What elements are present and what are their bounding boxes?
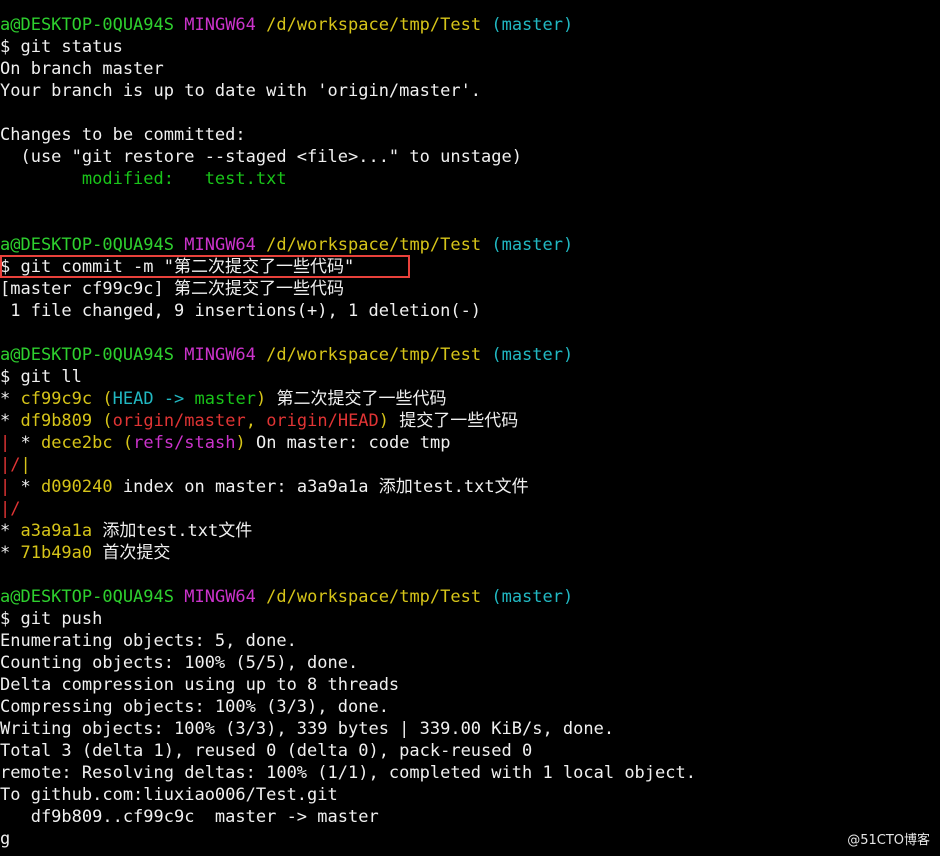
prompt-line: a@DESKTOP-0QUA94S MINGW64 /d/workspace/t… xyxy=(0,344,940,366)
ref-paren: ( xyxy=(102,389,113,409)
output-line: df9b809..cf99c9c master -> master xyxy=(0,807,379,827)
prompt-line: a@DESKTOP-0QUA94S MINGW64 /d/workspace/t… xyxy=(0,234,940,256)
modified-file-line: modified: test.txt xyxy=(0,169,287,189)
output-line: Delta compression using up to 8 threads xyxy=(0,675,400,695)
commit-hash: cf99c9c xyxy=(20,389,93,409)
ref-paren: ) xyxy=(235,433,246,453)
graph-bar: | xyxy=(20,455,31,475)
terminal-window[interactable]: a@DESKTOP-0QUA94S MINGW64 /d/workspace/t… xyxy=(0,14,940,850)
prompt-line: a@DESKTOP-0QUA94S MINGW64 /d/workspace/t… xyxy=(0,586,940,608)
graph-bar: | xyxy=(0,433,11,453)
ref-separator: , xyxy=(245,411,267,431)
commit-message: 首次提交 xyxy=(92,543,171,563)
remote-ref: origin/master xyxy=(112,411,246,431)
command-line: $ git status xyxy=(0,37,123,57)
graph-bar: | xyxy=(0,477,11,497)
graph-star: * xyxy=(10,477,41,497)
commit-hash: dece2bc xyxy=(40,433,113,453)
prompt-shell: MINGW64 xyxy=(184,235,256,255)
commit-message: index on master: a3a9a1a 添加test.txt文件 xyxy=(112,477,529,497)
ref-paren: ) xyxy=(378,411,390,431)
log-line: | * dece2bc (refs/stash) On master: code… xyxy=(0,432,940,454)
commit-hash: d090240 xyxy=(40,477,113,497)
commit-message: On master: code tmp xyxy=(245,433,451,453)
graph-star: * xyxy=(10,433,41,453)
prompt-line: a@DESKTOP-0QUA94S MINGW64 /d/workspace/t… xyxy=(0,14,940,36)
prompt-branch: (master) xyxy=(491,235,574,255)
output-line: Counting objects: 100% (5/5), done. xyxy=(0,653,359,673)
output-line: Enumerating objects: 5, done. xyxy=(0,631,297,651)
prompt-shell: MINGW64 xyxy=(184,15,256,35)
prompt-path: /d/workspace/tmp/Test xyxy=(266,235,482,255)
graph-bar: |/ xyxy=(0,455,21,475)
output-line: [master cf99c9c] 第二次提交了一些代码 xyxy=(0,279,344,299)
commit-message: 添加test.txt文件 xyxy=(92,521,253,541)
graph-star: * xyxy=(0,543,21,563)
log-line: |/ xyxy=(0,498,940,520)
prompt-shell: MINGW64 xyxy=(184,587,256,607)
output-line: On branch master xyxy=(0,59,164,79)
prompt-path: /d/workspace/tmp/Test xyxy=(266,587,482,607)
remote-ref: origin/HEAD xyxy=(266,411,379,431)
output-line: 1 file changed, 9 insertions(+), 1 delet… xyxy=(0,301,482,321)
watermark: @51CTO博客 xyxy=(847,833,930,848)
output-line: g xyxy=(0,829,11,849)
graph-star: * xyxy=(0,411,21,431)
prompt-path: /d/workspace/tmp/Test xyxy=(266,15,482,35)
prompt-branch: (master) xyxy=(491,345,574,365)
graph-bar: |/ xyxy=(0,499,21,519)
log-line: * 71b49a0 首次提交 xyxy=(0,542,940,564)
log-line: |/| xyxy=(0,454,940,476)
output-line: To github.com:liuxiao006/Test.git xyxy=(0,785,338,805)
log-line: | * d090240 index on master: a3a9a1a 添加t… xyxy=(0,476,940,498)
ref-paren: ( xyxy=(122,433,134,453)
commit-hash: 71b49a0 xyxy=(20,543,93,563)
output-line: remote: Resolving deltas: 100% (1/1), co… xyxy=(0,763,696,783)
output-line: (use "git restore --staged <file>..." to… xyxy=(0,147,522,167)
commit-hash: a3a9a1a xyxy=(20,521,93,541)
command-line: $ git commit -m "第二次提交了一些代码" xyxy=(0,257,355,277)
branch-ref: master xyxy=(194,389,256,409)
log-line: * df9b809 (origin/master, origin/HEAD) 提… xyxy=(0,410,940,432)
head-ref: HEAD -> xyxy=(112,389,195,409)
ref-paren: ( xyxy=(102,411,113,431)
prompt-user-host: a@DESKTOP-0QUA94S xyxy=(0,587,174,607)
prompt-user-host: a@DESKTOP-0QUA94S xyxy=(0,15,174,35)
commit-message: 第二次提交了一些代码 xyxy=(266,389,447,409)
command-line: $ git ll xyxy=(0,367,82,387)
prompt-user-host: a@DESKTOP-0QUA94S xyxy=(0,345,174,365)
ref-paren: ) xyxy=(255,389,267,409)
output-line: Total 3 (delta 1), reused 0 (delta 0), p… xyxy=(0,741,533,761)
prompt-branch: (master) xyxy=(491,587,574,607)
log-line: * a3a9a1a 添加test.txt文件 xyxy=(0,520,940,542)
stash-ref: refs/stash xyxy=(133,433,236,453)
output-line: Your branch is up to date with 'origin/m… xyxy=(0,81,482,101)
prompt-branch: (master) xyxy=(491,15,574,35)
commit-hash: df9b809 xyxy=(20,411,93,431)
prompt-user-host: a@DESKTOP-0QUA94S xyxy=(0,235,174,255)
command-line: $ git push xyxy=(0,609,103,629)
output-line: Compressing objects: 100% (3/3), done. xyxy=(0,697,389,717)
output-line: Writing objects: 100% (3/3), 339 bytes |… xyxy=(0,719,615,739)
graph-star: * xyxy=(0,521,21,541)
commit-message: 提交了一些代码 xyxy=(389,411,519,431)
graph-star: * xyxy=(0,389,21,409)
prompt-path: /d/workspace/tmp/Test xyxy=(266,345,482,365)
output-line: Changes to be committed: xyxy=(0,125,246,145)
prompt-shell: MINGW64 xyxy=(184,345,256,365)
log-line: * cf99c9c (HEAD -> master) 第二次提交了一些代码 xyxy=(0,388,940,410)
